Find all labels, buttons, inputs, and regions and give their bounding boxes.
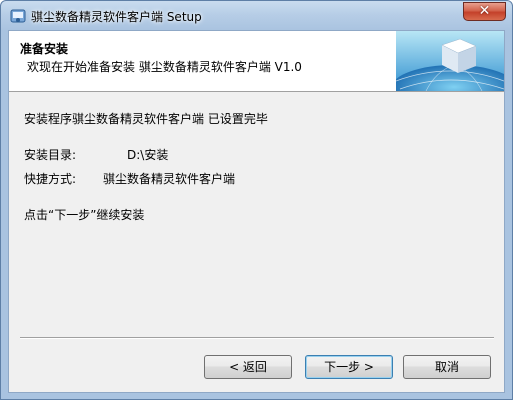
continue-hint: 点击“下一步”继续安装 xyxy=(24,208,145,222)
install-dir-label: 安装目录: xyxy=(24,148,77,162)
client-area: 准备安装 欢现在开始准备安装 骐尘数备精灵软件客户端 V1.0 安装程序骐尘数备… xyxy=(8,30,505,393)
setup-window: 骐尘数备精灵软件客户端 Setup ✕ 准备安装 欢现在开始准备安装 骐尘数备精… xyxy=(0,0,513,400)
ready-message: 安装程序骐尘数备精灵软件客户端 已设置完毕 xyxy=(24,112,268,126)
install-dir-value: D:\安装 xyxy=(127,148,169,162)
cancel-button[interactable]: 取消 xyxy=(403,355,491,379)
shortcut-value: 骐尘数备精灵软件客户端 xyxy=(103,172,236,186)
page-subtitle: 欢现在开始准备安装 骐尘数备精灵软件客户端 V1.0 xyxy=(27,60,302,74)
page-title: 准备安装 xyxy=(20,42,69,56)
next-button[interactable]: 下一步 > xyxy=(305,355,393,379)
header-cube-globe-graphic xyxy=(396,31,504,91)
wizard-header: 准备安装 欢现在开始准备安装 骐尘数备精灵软件客户端 V1.0 xyxy=(9,31,504,92)
close-icon: ✕ xyxy=(478,3,491,19)
setup-app-icon xyxy=(10,9,26,23)
back-button[interactable]: < 返回 xyxy=(204,355,292,379)
footer-divider xyxy=(20,337,494,339)
title-bar[interactable]: 骐尘数备精灵软件客户端 Setup ✕ xyxy=(1,1,512,31)
close-button[interactable]: ✕ xyxy=(463,2,506,21)
window-title: 骐尘数备精灵软件客户端 Setup xyxy=(31,10,202,24)
shortcut-label: 快捷方式: xyxy=(24,172,77,186)
